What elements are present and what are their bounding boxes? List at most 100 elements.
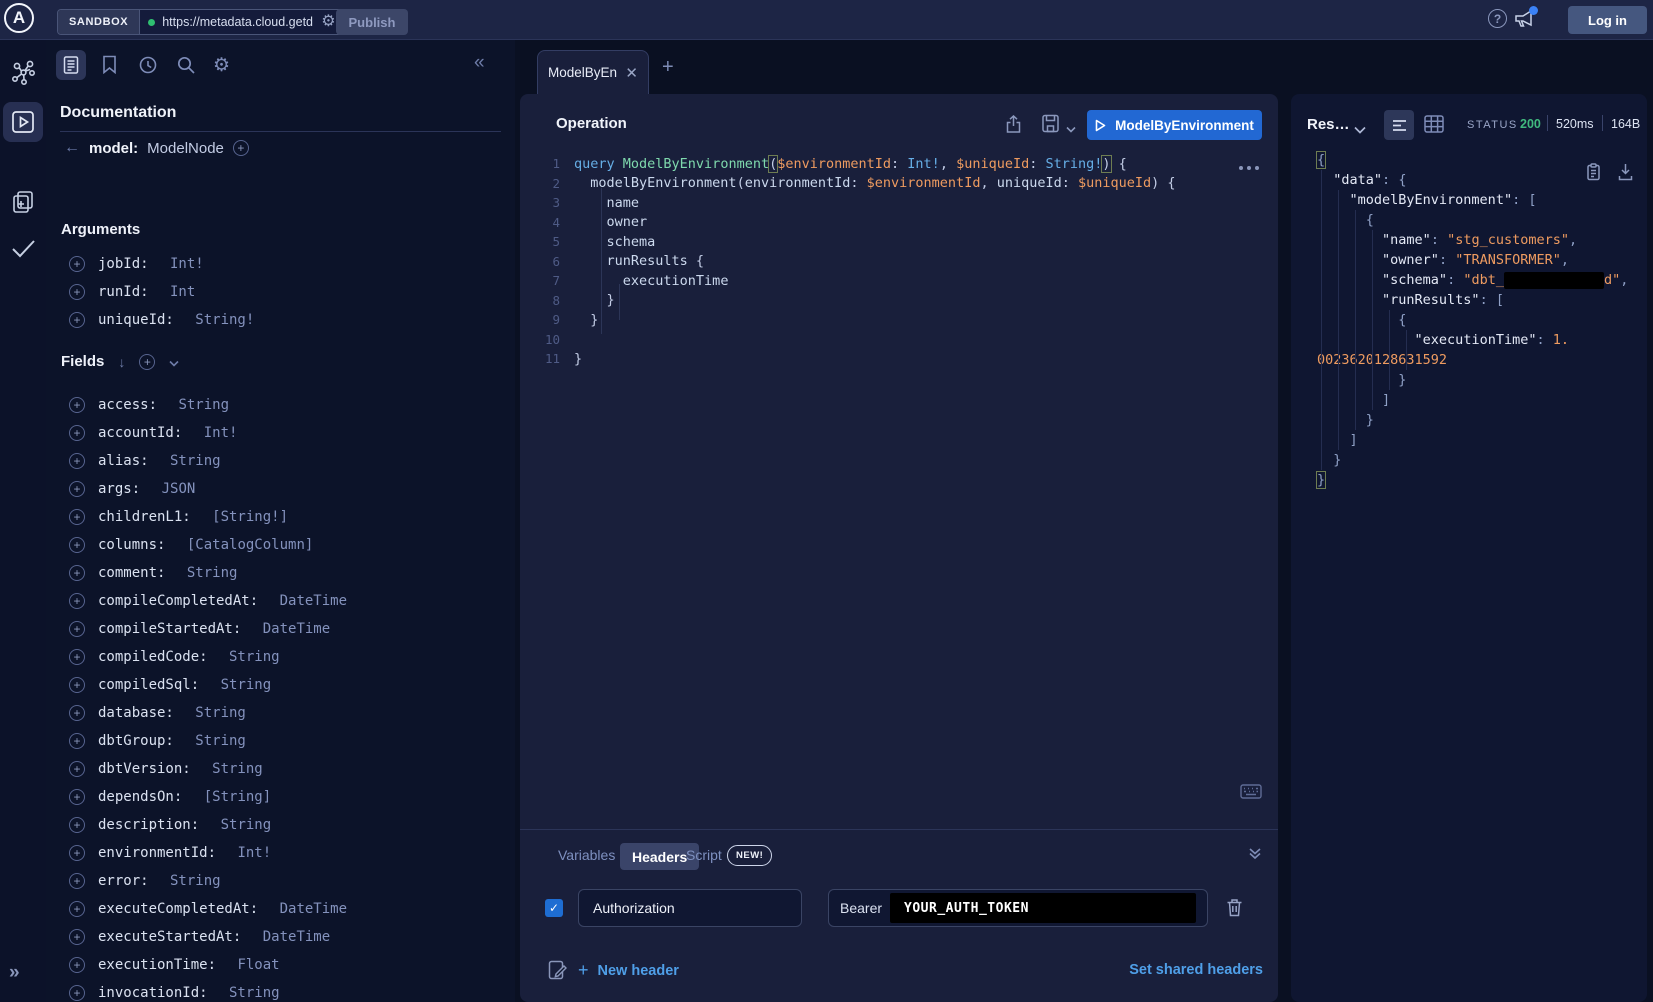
field-type[interactable]: Int! bbox=[162, 256, 204, 272]
add-field-icon[interactable]: + bbox=[69, 397, 85, 413]
field-name[interactable]: alias: bbox=[98, 453, 149, 469]
field-type[interactable]: String bbox=[170, 397, 229, 413]
field-type[interactable]: String bbox=[187, 733, 246, 749]
close-tab-icon[interactable]: ✕ bbox=[625, 64, 638, 82]
add-field-icon[interactable]: + bbox=[69, 901, 85, 917]
code-line[interactable]: 3 name bbox=[520, 193, 1260, 213]
code-line[interactable]: 7 executionTime bbox=[520, 271, 1260, 291]
response-title[interactable]: Res… bbox=[1307, 116, 1350, 133]
add-field-icon[interactable]: + bbox=[69, 705, 85, 721]
field-type[interactable]: [CatalogColumn] bbox=[178, 537, 313, 553]
new-header-button[interactable]: + New header bbox=[578, 960, 679, 981]
field-type[interactable]: String bbox=[162, 453, 221, 469]
response-table-view-toggle[interactable] bbox=[1424, 115, 1444, 138]
field-type[interactable]: String bbox=[212, 817, 271, 833]
field-name[interactable]: invocationId: bbox=[98, 985, 208, 1001]
expand-rail-icon[interactable]: » bbox=[9, 962, 20, 984]
help-icon[interactable]: ? bbox=[1488, 9, 1507, 28]
header-value-input[interactable]: Bearer YOUR_AUTH_TOKEN bbox=[828, 889, 1208, 927]
add-field-icon[interactable]: + bbox=[69, 509, 85, 525]
doc-field-row[interactable]: + description: String bbox=[69, 811, 347, 839]
field-name[interactable]: description: bbox=[98, 817, 199, 833]
add-field-icon[interactable]: + bbox=[69, 761, 85, 777]
add-field-icon[interactable]: + bbox=[69, 565, 85, 581]
doc-field-row[interactable]: +error: String bbox=[69, 867, 347, 895]
announcements-icon[interactable] bbox=[1513, 7, 1539, 33]
code-editor[interactable]: 1query ModelByEnvironment($environmentId… bbox=[520, 154, 1260, 369]
field-name[interactable]: dependsOn: bbox=[98, 789, 182, 805]
field-type[interactable]: [String!] bbox=[204, 509, 288, 525]
field-name[interactable]: args: bbox=[98, 481, 140, 497]
saved-operations-icon[interactable] bbox=[102, 55, 117, 79]
field-type[interactable]: DateTime bbox=[254, 929, 330, 945]
add-field-icon[interactable]: + bbox=[69, 621, 85, 637]
add-field-icon[interactable]: + bbox=[69, 817, 85, 833]
doc-field-row[interactable]: +uniqueId: String! bbox=[69, 306, 254, 334]
field-name[interactable]: childrenL1: bbox=[98, 509, 191, 525]
doc-field-row[interactable]: + comment: String bbox=[69, 559, 347, 587]
doc-field-row[interactable]: + jobId: Int! bbox=[69, 250, 254, 278]
response-menu-chevron-icon[interactable] bbox=[1354, 121, 1366, 139]
doc-field-row[interactable]: +dbtVersion: String bbox=[69, 755, 347, 783]
collapse-bottom-panel-icon[interactable] bbox=[1248, 846, 1262, 865]
field-name[interactable]: dbtGroup: bbox=[98, 733, 174, 749]
fields-menu-chevron-icon[interactable] bbox=[169, 354, 179, 370]
field-name[interactable]: executeCompletedAt: bbox=[98, 901, 258, 917]
field-type[interactable]: String bbox=[187, 705, 246, 721]
sandbox-badge[interactable]: SANDBOX bbox=[58, 10, 139, 34]
field-name[interactable]: compiledCode: bbox=[98, 649, 208, 665]
field-name[interactable]: accountId: bbox=[98, 425, 182, 441]
auth-token-redacted[interactable]: YOUR_AUTH_TOKEN bbox=[890, 893, 1196, 923]
doc-field-row[interactable]: +dependsOn: [String] bbox=[69, 783, 347, 811]
add-field-icon[interactable]: + bbox=[69, 929, 85, 945]
tab-variables[interactable]: Variables bbox=[558, 847, 615, 863]
field-name[interactable]: database: bbox=[98, 705, 174, 721]
add-field-icon[interactable]: + bbox=[69, 789, 85, 805]
doc-field-row[interactable]: + alias: String bbox=[69, 447, 347, 475]
doc-field-row[interactable]: +environmentId: Int! bbox=[69, 839, 347, 867]
field-name[interactable]: executionTime: bbox=[98, 957, 216, 973]
field-type[interactable]: JSON bbox=[153, 481, 195, 497]
add-field-icon[interactable]: + bbox=[69, 284, 85, 300]
field-type[interactable]: String bbox=[221, 985, 280, 1001]
doc-field-row[interactable]: +invocationId: String bbox=[69, 979, 347, 1002]
add-fields-icon[interactable]: + bbox=[139, 354, 155, 370]
field-type[interactable]: Int! bbox=[229, 845, 271, 861]
explorer-nav-item[interactable] bbox=[3, 102, 43, 142]
endpoint-url[interactable]: https://metadata.cloud.getd bbox=[162, 15, 314, 29]
doc-field-row[interactable]: +executionTime: Float bbox=[69, 951, 347, 979]
set-shared-headers-link[interactable]: Set shared headers bbox=[1063, 962, 1263, 978]
search-icon[interactable] bbox=[176, 55, 196, 80]
endpoint-url-field[interactable]: https://metadata.cloud.getd ⚙ bbox=[139, 10, 347, 34]
docs-tab-icon[interactable] bbox=[56, 50, 86, 80]
field-type[interactable]: String bbox=[162, 873, 221, 889]
history-icon[interactable] bbox=[138, 55, 158, 80]
field-name[interactable]: jobId: bbox=[98, 256, 149, 272]
doc-field-row[interactable]: +executeCompletedAt: DateTime bbox=[69, 895, 347, 923]
add-field-icon[interactable]: + bbox=[69, 593, 85, 609]
field-name[interactable]: comment: bbox=[98, 565, 165, 581]
add-field-icon[interactable]: + bbox=[69, 873, 85, 889]
add-field-icon[interactable]: + bbox=[69, 453, 85, 469]
field-name[interactable]: compileCompletedAt: bbox=[98, 593, 258, 609]
header-enabled-checkbox[interactable]: ✓ bbox=[545, 899, 563, 917]
add-field-icon[interactable]: + bbox=[69, 649, 85, 665]
breadcrumb-type[interactable]: ModelNode bbox=[147, 140, 224, 157]
response-text-view-toggle[interactable] bbox=[1384, 110, 1414, 140]
delete-header-icon[interactable] bbox=[1226, 898, 1243, 922]
add-field-icon[interactable]: + bbox=[69, 537, 85, 553]
field-type[interactable]: String bbox=[204, 761, 263, 777]
field-name[interactable]: executeStartedAt: bbox=[98, 929, 241, 945]
code-line[interactable]: 4 owner bbox=[520, 213, 1260, 233]
keyboard-shortcuts-icon[interactable] bbox=[1240, 784, 1262, 804]
doc-field-row[interactable]: +runId: Int bbox=[69, 278, 254, 306]
panel-divider[interactable] bbox=[520, 829, 1278, 830]
field-type[interactable]: DateTime bbox=[271, 593, 347, 609]
add-field-icon[interactable]: + bbox=[69, 256, 85, 272]
new-tab-icon[interactable]: + bbox=[662, 56, 674, 79]
field-name[interactable]: access: bbox=[98, 397, 157, 413]
field-name[interactable]: environmentId: bbox=[98, 845, 216, 861]
field-name[interactable]: compiledSql: bbox=[98, 677, 199, 693]
field-type[interactable]: String bbox=[178, 565, 237, 581]
field-name[interactable]: runId: bbox=[98, 284, 149, 300]
